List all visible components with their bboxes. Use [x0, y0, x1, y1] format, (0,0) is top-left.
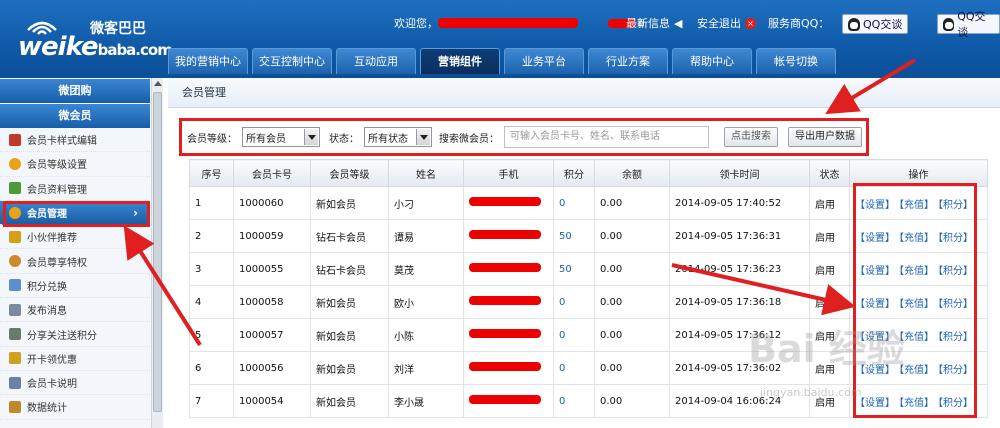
arrow-to-actions [671, 263, 856, 316]
annotation-arrows [123, 58, 917, 347]
arrow-to-filter [825, 58, 917, 115]
arrow-to-sidebar [123, 225, 202, 347]
